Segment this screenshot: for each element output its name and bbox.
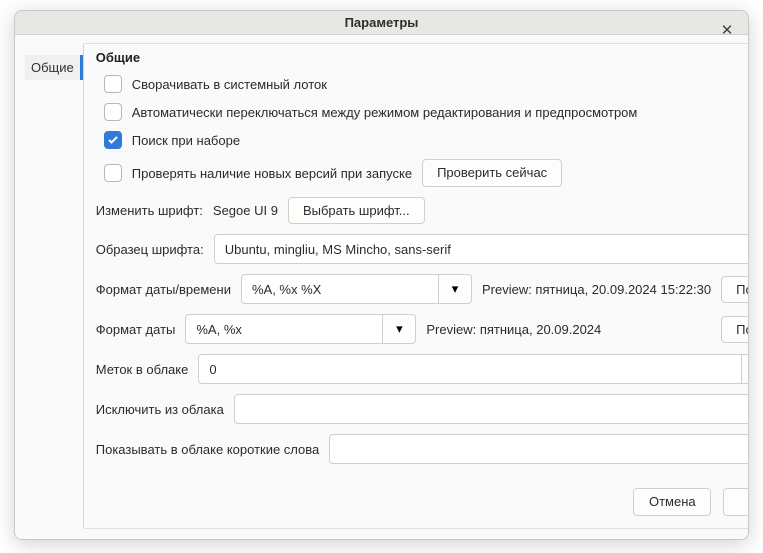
datetime-format-input[interactable] <box>241 274 438 304</box>
checkbox-autoswitch-label: Автоматически переключаться между режимо… <box>132 105 638 120</box>
preferences-window: Параметры ✕ Общие Общие Сворачивать в си… <box>14 10 749 540</box>
checkbox-updates[interactable] <box>104 164 122 182</box>
short-words-input[interactable] <box>329 434 749 464</box>
cloud-tags-stepper: − + <box>741 354 749 384</box>
dialog-body: Общие Общие Сворачивать в системный лото… <box>15 35 748 539</box>
date-format-combo[interactable]: ▾ <box>185 314 416 344</box>
cloud-tags-input[interactable] <box>198 354 741 384</box>
row-date-format: Формат даты ▾ Preview: пятница, 20.09.20… <box>96 314 749 344</box>
sidebar: Общие <box>25 43 83 529</box>
section-title: Общие <box>96 50 749 65</box>
row-short-words: Показывать в облаке короткие слова <box>96 434 749 464</box>
close-icon: ✕ <box>721 21 734 39</box>
datetime-preview: Preview: пятница, 20.09.2024 15:22:30 <box>482 282 711 297</box>
window-title: Параметры <box>345 15 419 30</box>
row-exclude-cloud: Исключить из облака <box>96 394 749 424</box>
checkbox-row-tray: Сворачивать в системный лоток <box>104 75 749 93</box>
row-cloud-tags: Меток в облаке − + <box>96 354 749 384</box>
choose-font-button[interactable]: Выбрать шрифт... <box>288 197 425 225</box>
row-change-font: Изменить шрифт: Segoe UI 9 Выбрать шрифт… <box>96 197 749 225</box>
checkbox-row-autoswitch: Автоматически переключаться между режимо… <box>104 103 749 121</box>
cancel-button[interactable]: Отмена <box>633 488 711 516</box>
date-format-caret[interactable]: ▾ <box>382 314 416 344</box>
cloud-tags-label: Меток в облаке <box>96 362 189 377</box>
stepper-minus-button[interactable]: − <box>741 354 749 384</box>
date-preview: Preview: пятница, 20.09.2024 <box>426 322 601 337</box>
close-button[interactable]: ✕ <box>716 19 738 41</box>
titlebar: Параметры ✕ <box>15 11 748 35</box>
checkbox-row-search-typing: Поиск при наборе <box>104 131 749 149</box>
datetime-help-button[interactable]: Помощь <box>721 276 749 304</box>
date-help-button[interactable]: Помощь <box>721 316 749 344</box>
date-format-input[interactable] <box>185 314 382 344</box>
checkbox-tray[interactable] <box>104 75 122 93</box>
current-font-value: Segoe UI 9 <box>213 203 278 218</box>
font-sample-input[interactable] <box>214 234 749 264</box>
cloud-tags-spinbox: − + <box>198 354 749 384</box>
font-sample-label: Образец шрифта: <box>96 242 204 257</box>
datetime-format-combo[interactable]: ▾ <box>241 274 472 304</box>
checkbox-group: Сворачивать в системный лоток Автоматиче… <box>96 75 749 187</box>
date-format-label: Формат даты <box>96 322 176 337</box>
row-font-sample: Образец шрифта: <box>96 234 749 264</box>
chevron-down-icon: ▾ <box>452 281 459 297</box>
checkbox-tray-label: Сворачивать в системный лоток <box>132 77 327 92</box>
checkbox-search-typing[interactable] <box>104 131 122 149</box>
chevron-down-icon: ▾ <box>396 321 403 337</box>
main-panel: Общие Сворачивать в системный лоток Авто… <box>83 43 749 529</box>
checkbox-autoswitch[interactable] <box>104 103 122 121</box>
row-datetime-format: Формат даты/времени ▾ Preview: пятница, … <box>96 274 749 304</box>
sidebar-tab-general[interactable]: Общие <box>25 55 83 80</box>
checkbox-row-updates: Проверять наличие новых версий при запус… <box>104 159 749 187</box>
checkbox-updates-label: Проверять наличие новых версий при запус… <box>132 166 412 181</box>
exclude-cloud-label: Исключить из облака <box>96 402 224 417</box>
datetime-format-label: Формат даты/времени <box>96 282 231 297</box>
check-now-button[interactable]: Проверить сейчас <box>422 159 562 187</box>
dialog-footer: Отмена ОК <box>96 484 749 516</box>
checkbox-search-typing-label: Поиск при наборе <box>132 133 240 148</box>
datetime-format-caret[interactable]: ▾ <box>438 274 472 304</box>
ok-button[interactable]: ОК <box>723 488 749 516</box>
change-font-label: Изменить шрифт: <box>96 203 203 218</box>
exclude-cloud-input[interactable] <box>234 394 749 424</box>
short-words-label: Показывать в облаке короткие слова <box>96 442 320 457</box>
